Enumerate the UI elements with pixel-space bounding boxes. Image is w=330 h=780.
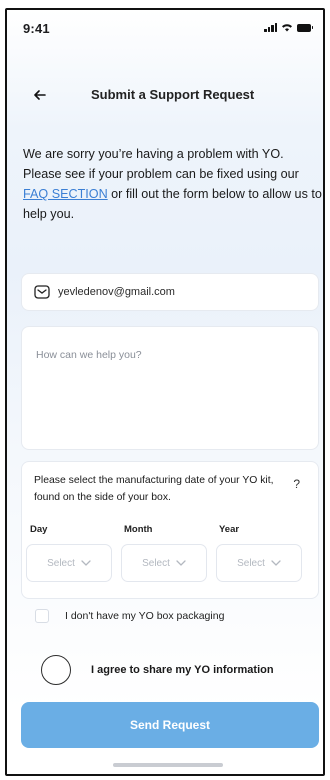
- battery-icon: [297, 23, 313, 32]
- header: Submit a Support Request: [7, 82, 323, 108]
- help-message-input[interactable]: How can we help you?: [21, 326, 319, 450]
- chevron-down-icon: [271, 560, 281, 566]
- no-box-label: I don't have my YO box packaging: [65, 610, 225, 622]
- question-mark-icon[interactable]: ?: [293, 477, 300, 491]
- wifi-icon: [282, 24, 292, 32]
- chevron-down-icon: [81, 560, 91, 566]
- status-icons: [264, 23, 313, 32]
- day-label: Day: [30, 524, 48, 535]
- status-time: 9:41: [23, 21, 50, 36]
- email-value: yevledenov@gmail.com: [58, 286, 175, 298]
- month-label: Month: [124, 524, 153, 535]
- agree-radio[interactable]: [41, 655, 71, 685]
- intro-text-start: We are sorry you’re having a problem wit…: [23, 147, 299, 181]
- email-field[interactable]: yevledenov@gmail.com: [21, 273, 319, 311]
- year-label: Year: [219, 524, 240, 535]
- agree-option: I agree to share my YO information: [41, 655, 274, 685]
- arrow-left-icon: [34, 90, 46, 100]
- mail-icon: [34, 285, 50, 299]
- year-select-value: Select: [237, 557, 265, 569]
- status-bar: 9:41: [7, 10, 323, 44]
- month-select[interactable]: Select: [121, 544, 207, 582]
- help-message-placeholder: How can we help you?: [36, 349, 142, 361]
- send-request-button[interactable]: Send Request: [21, 702, 319, 748]
- month-select-value: Select: [142, 557, 170, 569]
- page-title: Submit a Support Request: [91, 87, 255, 102]
- year-select[interactable]: Select: [216, 544, 302, 582]
- day-select-value: Select: [47, 557, 75, 569]
- no-box-option: I don't have my YO box packaging: [35, 609, 224, 623]
- home-indicator: [113, 763, 223, 767]
- intro-text: We are sorry you’re having a problem wit…: [23, 144, 323, 224]
- date-question: Please select the manufacturing date of …: [34, 475, 274, 503]
- chevron-down-icon: [176, 560, 186, 566]
- app-screen: 9:41 Submit a Support Request We are sor…: [5, 8, 325, 776]
- back-button[interactable]: [27, 82, 53, 108]
- signal-icon: [264, 23, 277, 32]
- agree-label: I agree to share my YO information: [91, 664, 274, 676]
- faq-section-link[interactable]: FAQ SECTION: [23, 187, 108, 201]
- manufacturing-date-panel: Please select the manufacturing date of …: [21, 461, 319, 599]
- day-select[interactable]: Select: [26, 544, 112, 582]
- no-box-checkbox[interactable]: [35, 609, 49, 623]
